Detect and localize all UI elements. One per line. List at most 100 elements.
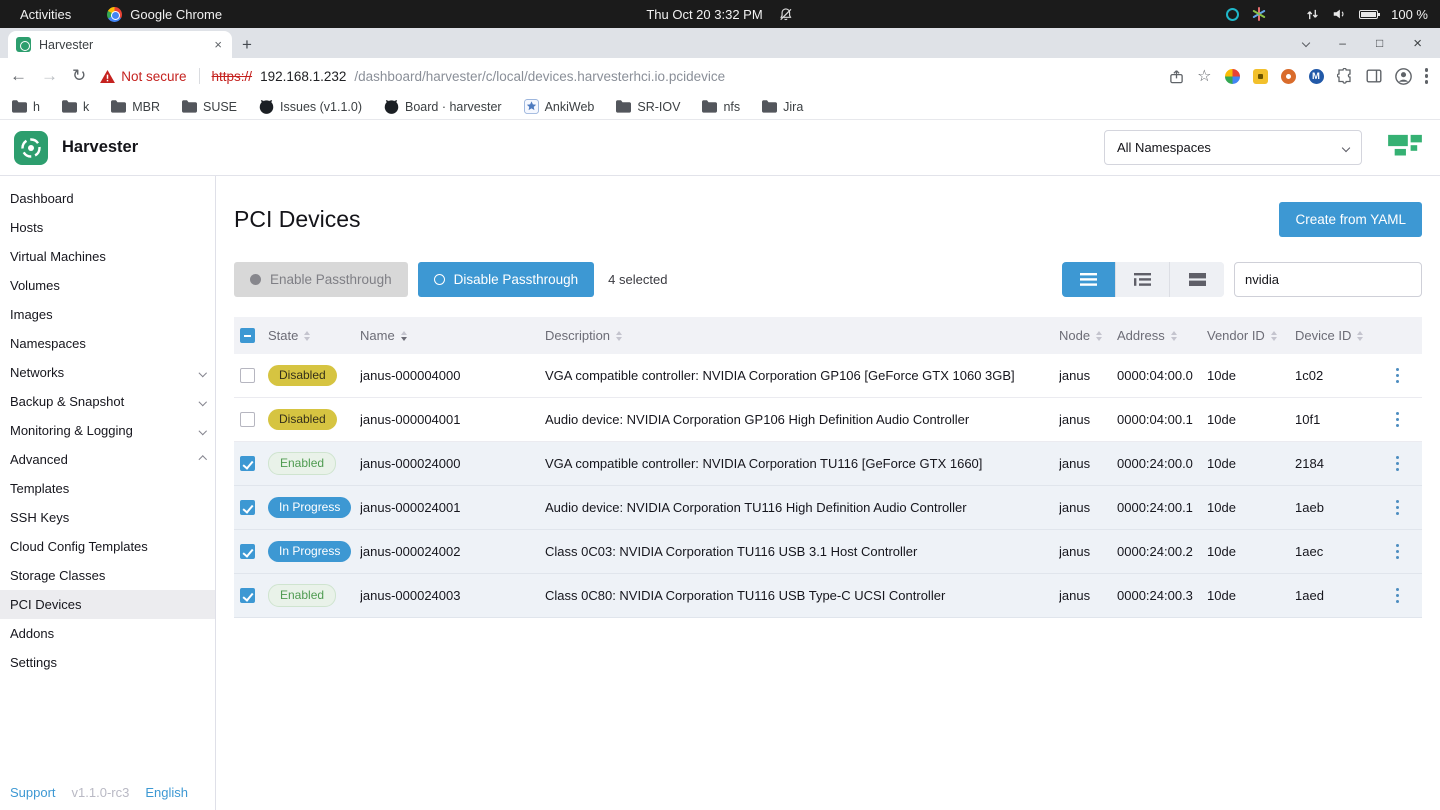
new-tab-button[interactable]: +: [242, 35, 252, 55]
bookmark-h[interactable]: h: [12, 100, 40, 114]
profile-avatar-icon[interactable]: [1395, 68, 1412, 85]
window-maximize-button[interactable]: □: [1376, 36, 1383, 50]
sidebar-item-namespaces[interactable]: Namespaces: [0, 329, 215, 358]
browser-menu-icon[interactable]: [1425, 68, 1429, 84]
window-close-button[interactable]: ×: [1413, 35, 1422, 52]
row-actions-menu[interactable]: [1381, 500, 1414, 516]
extensions-puzzle-icon[interactable]: [1337, 68, 1353, 84]
bookmark-k[interactable]: k: [62, 100, 89, 114]
bookmark-board-harvester[interactable]: Board · harvester: [384, 99, 502, 114]
extension-orange-icon[interactable]: [1281, 69, 1296, 84]
share-icon[interactable]: [1169, 69, 1184, 84]
state-badge: In Progress: [268, 497, 351, 517]
column-header-name[interactable]: Name: [360, 328, 545, 343]
column-header-node[interactable]: Node: [1059, 328, 1117, 343]
sidebar-item-settings[interactable]: Settings: [0, 648, 215, 677]
harvester-logo[interactable]: [14, 131, 48, 165]
extension-yellow-icon[interactable]: [1253, 69, 1268, 84]
sidebar-item-pci-devices[interactable]: PCI Devices: [0, 590, 215, 619]
sidebar-item-ssh-keys[interactable]: SSH Keys: [0, 503, 215, 532]
forward-button[interactable]: →: [41, 66, 58, 86]
row-actions-menu[interactable]: [1381, 544, 1414, 560]
view-table-button[interactable]: [1170, 262, 1224, 297]
row-checkbox[interactable]: [240, 456, 255, 471]
table-row[interactable]: Disabledjanus-000004000VGA compatible co…: [234, 354, 1422, 398]
row-checkbox[interactable]: [240, 500, 255, 515]
sidebar-item-images[interactable]: Images: [0, 300, 215, 329]
chevron-down-icon: [198, 369, 206, 377]
extension-pinwheel-icon[interactable]: [1225, 69, 1240, 84]
window-minimize-button[interactable]: –: [1339, 36, 1346, 50]
table-row[interactable]: In Progressjanus-000024001Audio device: …: [234, 486, 1422, 530]
bookmark-ankiweb[interactable]: AnkiWeb: [524, 99, 595, 114]
bookmark-suse[interactable]: SUSE: [182, 100, 237, 114]
sidebar-item-monitoring-logging[interactable]: Monitoring & Logging: [0, 416, 215, 445]
device-device-id: 1aed: [1295, 588, 1381, 603]
table-row[interactable]: In Progressjanus-000024002Class 0C03: NV…: [234, 530, 1422, 574]
focused-app-menu[interactable]: Google Chrome: [107, 7, 222, 22]
back-button[interactable]: ←: [10, 66, 27, 86]
pci-devices-table: State Name Description Node Address Vend…: [234, 317, 1422, 618]
row-checkbox[interactable]: [240, 544, 255, 559]
bookmark-jira[interactable]: Jira: [762, 100, 803, 114]
sidebar-item-addons[interactable]: Addons: [0, 619, 215, 648]
sidebar-item-backup-snapshot[interactable]: Backup & Snapshot: [0, 387, 215, 416]
bookmark-nfs[interactable]: nfs: [702, 100, 740, 114]
side-panel-icon[interactable]: [1366, 68, 1382, 84]
tab-search-chevron-icon[interactable]: [1302, 39, 1310, 47]
support-link[interactable]: Support: [10, 785, 56, 800]
reload-button[interactable]: ↻: [72, 66, 86, 86]
device-vendor-id: 10de: [1207, 544, 1295, 559]
bookmark-mbr[interactable]: MBR: [111, 100, 160, 114]
language-link[interactable]: English: [145, 785, 188, 800]
url-scheme: https://: [212, 69, 253, 84]
row-actions-menu[interactable]: [1381, 456, 1414, 472]
column-header-device-id[interactable]: Device ID: [1295, 328, 1381, 343]
not-secure-warning[interactable]: Not secure: [100, 69, 186, 84]
table-row[interactable]: Disabledjanus-000004001Audio device: NVI…: [234, 398, 1422, 442]
sidebar-item-virtual-machines[interactable]: Virtual Machines: [0, 242, 215, 271]
row-actions-menu[interactable]: [1381, 368, 1414, 384]
row-checkbox[interactable]: [240, 588, 255, 603]
address-bar[interactable]: Not secure https://192.168.1.232/dashboa…: [100, 68, 1155, 84]
enable-passthrough-button[interactable]: Enable Passthrough: [234, 262, 408, 297]
row-actions-menu[interactable]: [1381, 588, 1414, 604]
bookmark-sr-iov[interactable]: SR-IOV: [616, 100, 680, 114]
rancher-pixel-icon[interactable]: [1388, 133, 1422, 163]
sidebar-item-templates[interactable]: Templates: [0, 474, 215, 503]
tray-app-indicator-icon[interactable]: [1226, 8, 1239, 21]
sidebar-item-storage-classes[interactable]: Storage Classes: [0, 561, 215, 590]
column-header-state[interactable]: State: [268, 328, 360, 343]
namespace-selector[interactable]: All Namespaces: [1104, 130, 1362, 165]
clock[interactable]: Thu Oct 20 3:32 PM: [646, 7, 762, 22]
sidebar-item-advanced[interactable]: Advanced: [0, 445, 215, 474]
tray-color-indicator-icon[interactable]: [1252, 7, 1266, 21]
sidebar-item-dashboard[interactable]: Dashboard: [0, 184, 215, 213]
column-header-description[interactable]: Description: [545, 328, 1059, 343]
sidebar-item-hosts[interactable]: Hosts: [0, 213, 215, 242]
bookmark-issues-v1-1-0[interactable]: Issues (v1.1.0): [259, 99, 362, 114]
column-header-vendor-id[interactable]: Vendor ID: [1207, 328, 1295, 343]
table-row[interactable]: Enabledjanus-000024000VGA compatible con…: [234, 442, 1422, 486]
create-from-yaml-button[interactable]: Create from YAML: [1279, 202, 1422, 237]
table-row[interactable]: Enabledjanus-000024003Class 0C80: NVIDIA…: [234, 574, 1422, 618]
view-grouped-button[interactable]: [1116, 262, 1170, 297]
tab-close-button[interactable]: ×: [212, 37, 224, 52]
sidebar-item-cloud-config-templates[interactable]: Cloud Config Templates: [0, 532, 215, 561]
extension-m-icon[interactable]: M: [1309, 69, 1324, 84]
sidebar-item-networks[interactable]: Networks: [0, 358, 215, 387]
select-all-checkbox[interactable]: [240, 328, 255, 343]
disable-passthrough-button[interactable]: Disable Passthrough: [418, 262, 595, 297]
activities-button[interactable]: Activities: [20, 7, 71, 22]
browser-tab[interactable]: Harvester ×: [8, 31, 232, 58]
row-checkbox[interactable]: [240, 368, 255, 383]
view-list-button[interactable]: [1062, 262, 1116, 297]
chrome-app-icon: [107, 7, 122, 22]
column-header-address[interactable]: Address: [1117, 328, 1207, 343]
omnibox-separator: [199, 68, 200, 84]
row-checkbox[interactable]: [240, 412, 255, 427]
bookmark-star-icon[interactable]: ☆: [1197, 66, 1211, 86]
filter-search-input[interactable]: [1234, 262, 1422, 297]
sidebar-item-volumes[interactable]: Volumes: [0, 271, 215, 300]
row-actions-menu[interactable]: [1381, 412, 1414, 428]
